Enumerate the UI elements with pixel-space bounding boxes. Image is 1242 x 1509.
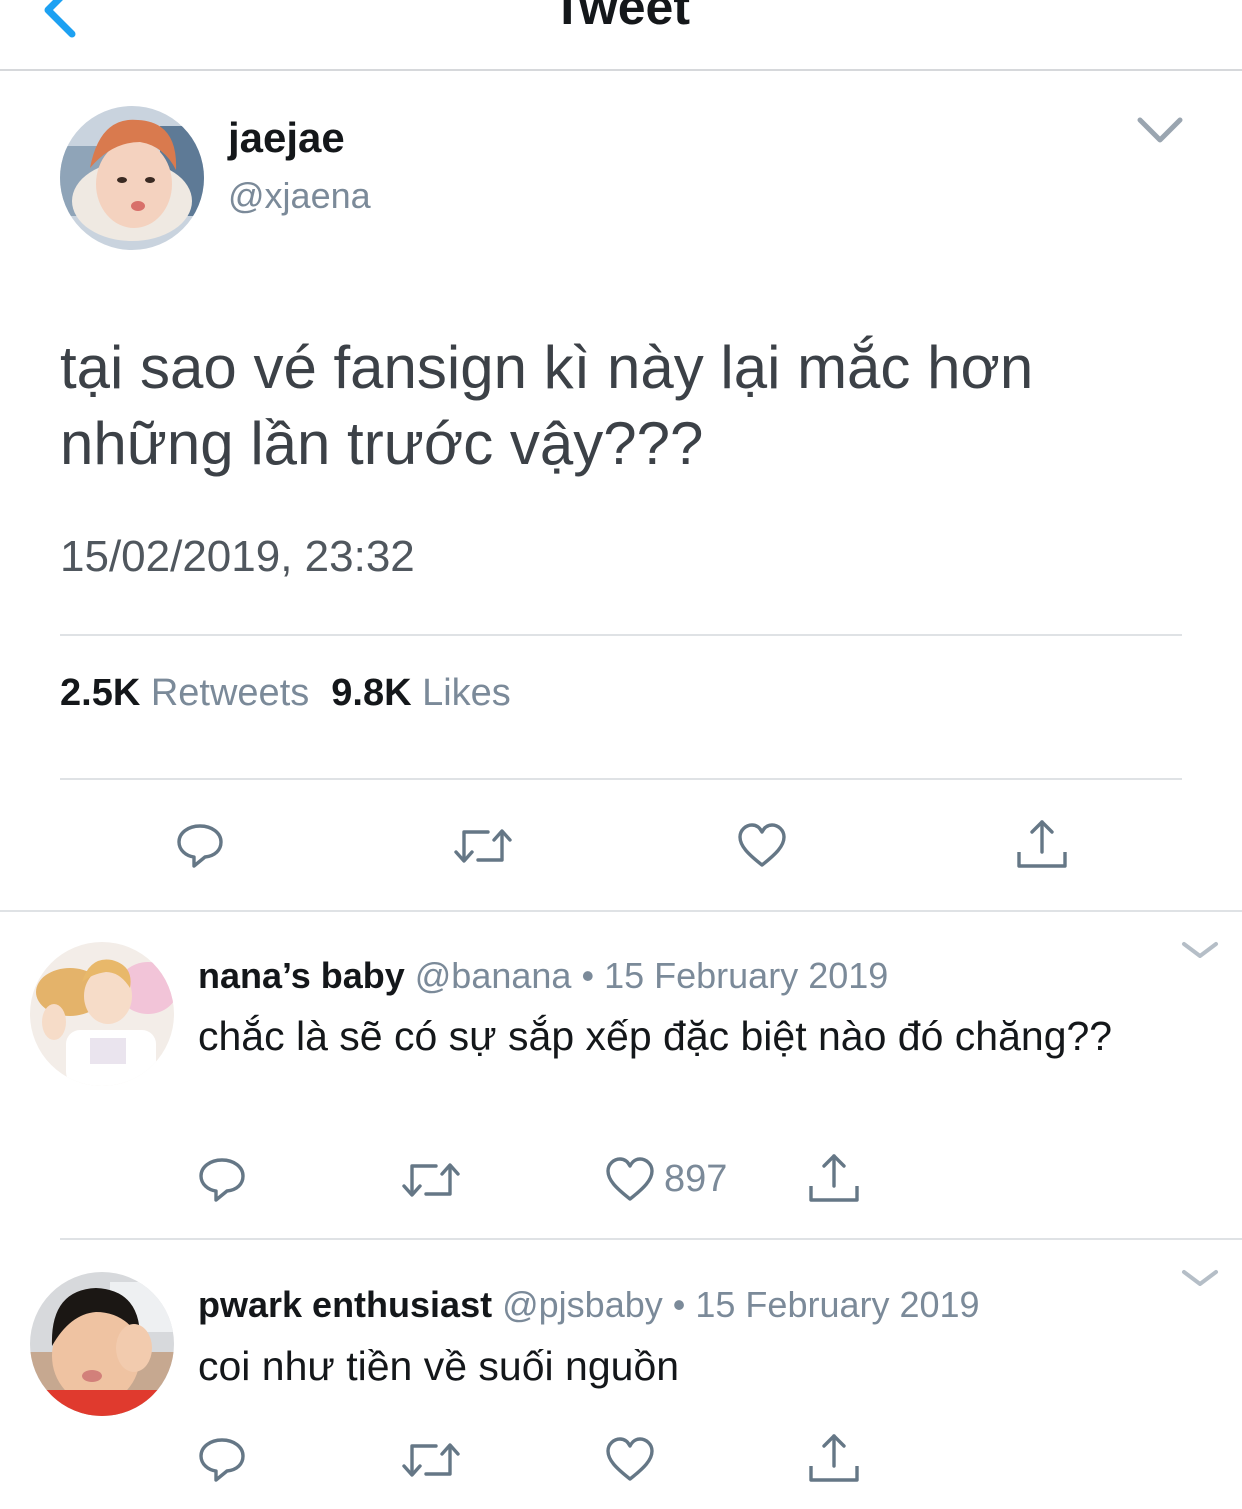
heart-icon — [606, 1157, 654, 1201]
reply-author-name[interactable]: pwark enthusiast — [198, 1284, 492, 1325]
retweets-label: Retweets — [150, 672, 310, 714]
tweet-timestamp: 15/02/2019, 23:32 — [60, 532, 415, 581]
reply-text: coi như tiền về suối nguồn — [198, 1343, 680, 1389]
retweets-stat[interactable]: 2.5K Retweets — [60, 672, 309, 714]
retweet-button[interactable] — [454, 820, 512, 872]
tweet-stats: 2.5K Retweets 9.8K Likes — [60, 672, 511, 715]
likes-label: Likes — [422, 672, 511, 714]
nav-bar: Tweet — [0, 0, 1242, 71]
profile-photo — [30, 942, 174, 1086]
divider — [60, 634, 1182, 636]
reply-menu-button[interactable] — [1180, 1266, 1220, 1290]
likes-stat[interactable]: 9.8K Likes — [331, 672, 511, 714]
author-handle[interactable]: @xjaena — [228, 175, 371, 217]
reply-button[interactable] — [196, 1434, 248, 1486]
avatar[interactable] — [60, 106, 204, 250]
chevron-down-icon — [1137, 117, 1183, 143]
share-button[interactable] — [1016, 818, 1068, 870]
retweet-icon — [454, 829, 512, 863]
reply-avatar[interactable] — [30, 1272, 174, 1416]
retweet-icon — [402, 1163, 460, 1197]
separator-dot: • — [672, 1284, 686, 1325]
heart-icon — [606, 1437, 654, 1481]
reply-author-handle[interactable]: @banana — [415, 955, 572, 996]
profile-photo — [60, 106, 204, 250]
reply-author-handle[interactable]: @pjsbaby — [502, 1284, 663, 1325]
like-button[interactable] — [604, 1154, 656, 1206]
reply-header: pwark enthusiast @pjsbaby • 15 February … — [198, 1284, 980, 1326]
reply-button[interactable] — [174, 820, 226, 872]
reply-avatar[interactable] — [30, 942, 174, 1086]
reply-button[interactable] — [196, 1154, 248, 1206]
chevron-down-icon — [1182, 1270, 1218, 1286]
divider — [60, 1238, 1242, 1240]
reply-date: 15 February 2019 — [695, 1284, 980, 1325]
divider — [0, 910, 1242, 912]
share-button[interactable] — [808, 1152, 860, 1204]
divider — [60, 778, 1182, 780]
share-icon — [1017, 820, 1067, 868]
reply-author-name[interactable]: nana’s baby — [198, 955, 405, 996]
share-icon — [809, 1154, 859, 1202]
tweet-text: tại sao vé fansign kì này lại mắc hơn nh… — [60, 334, 1034, 477]
chevron-down-icon — [1182, 942, 1218, 958]
profile-photo — [30, 1272, 174, 1416]
retweet-button[interactable] — [402, 1154, 460, 1206]
retweets-count: 2.5K — [60, 672, 141, 714]
tweet-menu-button[interactable] — [1136, 112, 1184, 148]
share-button[interactable] — [808, 1432, 860, 1484]
reply-icon — [199, 1158, 245, 1202]
retweet-icon — [402, 1443, 460, 1477]
like-count: 897 — [664, 1158, 728, 1200]
like-button[interactable] — [736, 820, 788, 872]
like-button[interactable] — [604, 1434, 656, 1486]
heart-icon — [738, 823, 786, 867]
likes-count: 9.8K — [331, 672, 412, 714]
reply-text: chắc là sẽ có sự sắp xếp đặc biệt nào đó… — [198, 1013, 1113, 1059]
reply-icon — [199, 1438, 245, 1482]
page-title: Tweet — [552, 0, 690, 35]
reply-icon — [177, 824, 223, 868]
reply-header: nana’s baby @banana • 15 February 2019 — [198, 955, 888, 997]
author-name[interactable]: jaejae — [228, 114, 345, 162]
separator-dot: • — [581, 955, 595, 996]
share-icon — [809, 1434, 859, 1482]
retweet-button[interactable] — [402, 1434, 460, 1486]
reply-menu-button[interactable] — [1180, 938, 1220, 962]
reply-date: 15 February 2019 — [604, 955, 889, 996]
